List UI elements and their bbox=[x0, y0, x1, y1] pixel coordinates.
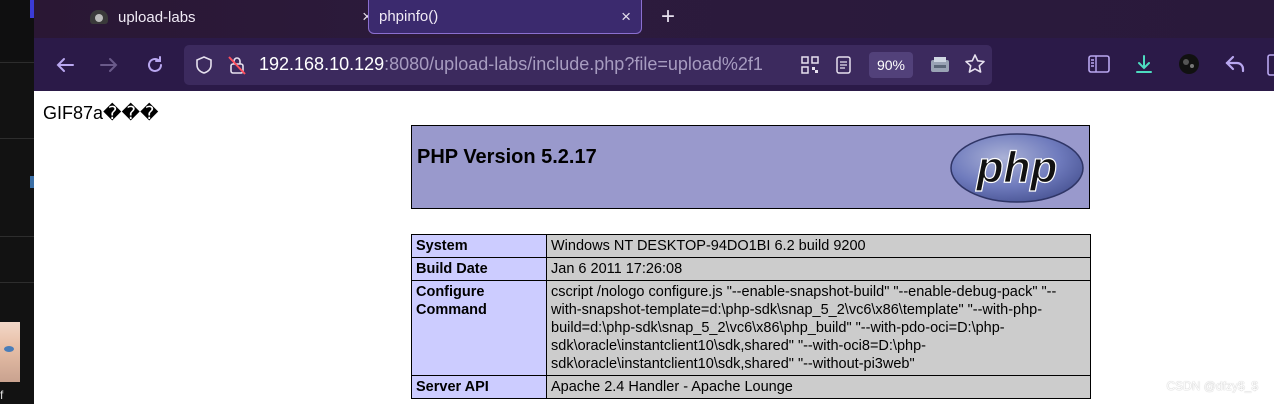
insecure-lock-icon[interactable] bbox=[226, 54, 248, 76]
php-version-header: PHP Version 5.2.17 php bbox=[411, 125, 1090, 209]
undo-arrow-icon[interactable] bbox=[1224, 53, 1246, 75]
reload-button[interactable] bbox=[140, 38, 170, 91]
row-key: Build Date bbox=[411, 257, 547, 281]
desktop-left-strip: f bbox=[0, 0, 34, 404]
php-logo-text: php bbox=[976, 143, 1058, 192]
strip-letter: f bbox=[0, 388, 4, 402]
row-value: Windows NT DESKTOP-94DO1BI 6.2 build 920… bbox=[546, 234, 1091, 258]
forward-arrow-icon bbox=[100, 57, 118, 72]
desktop-strip-top bbox=[0, 0, 34, 60]
qr-code-icon[interactable] bbox=[800, 55, 820, 75]
url-path: :8080/upload-labs/include.php?file=uploa… bbox=[384, 54, 763, 74]
table-row: Server API Apache 2.4 Handler - Apache L… bbox=[411, 375, 1091, 399]
php-logo[interactable]: php bbox=[949, 132, 1085, 204]
download-icon[interactable] bbox=[1133, 53, 1155, 75]
gif-header-text: GIF87a��� bbox=[43, 103, 159, 123]
url-host: 192.168.10.129 bbox=[259, 54, 385, 74]
back-button[interactable] bbox=[50, 38, 80, 91]
php-version-title: PHP Version 5.2.17 bbox=[417, 146, 597, 168]
row-key: Server API bbox=[411, 375, 547, 399]
account-avatar-icon[interactable] bbox=[1178, 53, 1200, 75]
address-bar[interactable]: 192.168.10.129:8080/upload-labs/include.… bbox=[184, 45, 992, 85]
tab-label: upload-labs bbox=[118, 8, 196, 26]
row-key: System bbox=[411, 234, 547, 258]
table-row: Build Date Jan 6 2011 17:26:08 bbox=[411, 257, 1091, 281]
overflow-edge-icon[interactable] bbox=[1266, 53, 1274, 77]
forward-button[interactable] bbox=[94, 38, 124, 91]
close-tab-icon[interactable]: × bbox=[621, 7, 631, 27]
tab-phpinfo[interactable]: phpinfo() × bbox=[368, 0, 642, 34]
phpinfo-table: System Windows NT DESKTOP-94DO1BI 6.2 bu… bbox=[411, 234, 1091, 399]
strip-divider bbox=[0, 282, 34, 283]
tab-strip: upload-labs × phpinfo() × + bbox=[34, 0, 1274, 38]
row-key: Configure Command bbox=[411, 280, 547, 376]
table-row: Configure Command cscript /nologo config… bbox=[411, 280, 1091, 376]
reader-view-icon[interactable] bbox=[835, 55, 853, 75]
reload-icon bbox=[148, 55, 162, 72]
extension-icon[interactable] bbox=[929, 54, 951, 76]
navigation-toolbar: 192.168.10.129:8080/upload-labs/include.… bbox=[34, 38, 1274, 91]
table-row: System Windows NT DESKTOP-94DO1BI 6.2 bu… bbox=[411, 234, 1091, 258]
sidebar-icon[interactable] bbox=[1088, 54, 1110, 74]
row-value: Jan 6 2011 17:26:08 bbox=[546, 257, 1091, 281]
csdn-watermark: CSDN @dfzy$_$ bbox=[1166, 379, 1258, 393]
strip-blue-marker bbox=[30, 176, 34, 188]
bookmark-star-icon[interactable] bbox=[964, 53, 986, 75]
spider-favicon-icon bbox=[90, 10, 108, 24]
new-tab-button[interactable]: + bbox=[661, 3, 675, 31]
shield-icon[interactable] bbox=[194, 55, 214, 75]
tab-label: phpinfo() bbox=[379, 8, 439, 25]
tab-upload-labs[interactable]: upload-labs × bbox=[90, 0, 372, 34]
strip-divider bbox=[0, 236, 34, 237]
back-arrow-icon bbox=[56, 57, 74, 72]
row-value: Apache 2.4 Handler - Apache Lounge bbox=[546, 375, 1091, 399]
url-text[interactable]: 192.168.10.129:8080/upload-labs/include.… bbox=[259, 54, 819, 75]
row-value: cscript /nologo configure.js "--enable-s… bbox=[546, 280, 1091, 376]
strip-divider bbox=[0, 138, 34, 139]
strip-divider bbox=[0, 62, 34, 63]
zoom-level-button[interactable]: 90% bbox=[869, 52, 913, 78]
avatar-thumbnail[interactable] bbox=[0, 322, 20, 382]
